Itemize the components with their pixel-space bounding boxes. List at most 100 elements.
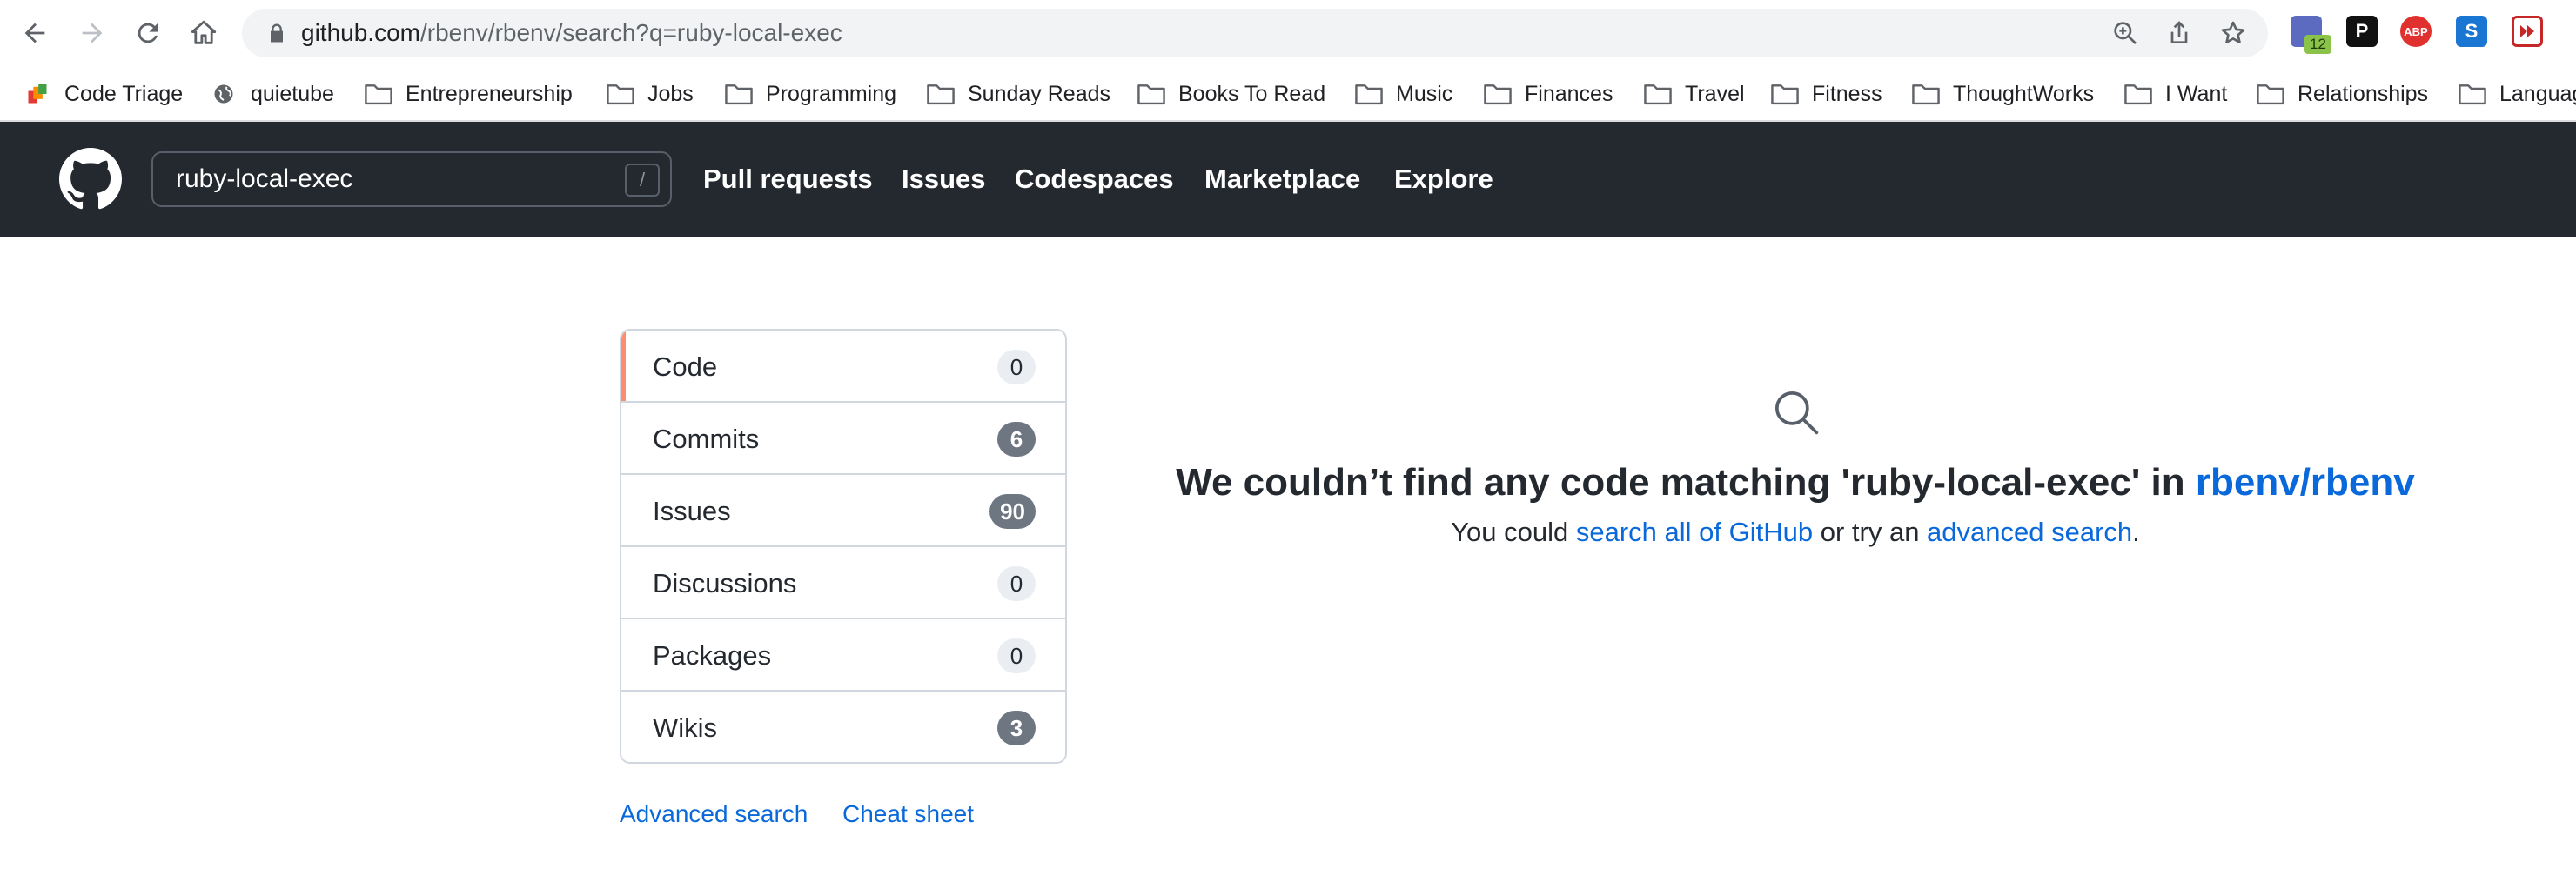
adblock-extension-icon[interactable]: ABP: [2400, 16, 2432, 47]
folder-icon: [1912, 84, 1940, 105]
filter-label: Discussions: [653, 568, 797, 598]
suggestion-text-middle: or try an: [1813, 517, 1928, 547]
no-results-heading-text: We couldn’t find any code matching 'ruby…: [1176, 461, 2196, 504]
bookmark-label: Languag: [2499, 81, 2576, 106]
advanced-search-inline-link[interactable]: advanced search: [1927, 517, 2132, 547]
bookmark-folder-languages[interactable]: Languag: [2458, 66, 2576, 120]
nav-codespaces[interactable]: Codespaces: [1015, 151, 1174, 207]
filter-code[interactable]: Code 0: [621, 331, 1065, 403]
nav-issues[interactable]: Issues: [902, 151, 986, 207]
bookmark-folder-fitness[interactable]: Fitness: [1770, 66, 1882, 120]
home-icon: [191, 20, 217, 44]
bookmark-folder-books-to-read[interactable]: Books To Read: [1137, 66, 1326, 120]
url-host: github.com: [301, 19, 420, 46]
browser-window: github.com/rbenv/rbenv/search?q=ruby-loc…: [0, 0, 2576, 889]
filter-wikis[interactable]: Wikis 3: [621, 692, 1065, 762]
filter-issues[interactable]: Issues 90: [621, 475, 1065, 547]
p-extension-icon[interactable]: P: [2346, 16, 2378, 47]
folder-icon: [1137, 84, 1165, 105]
search-all-github-link[interactable]: search all of GitHub: [1576, 517, 1813, 547]
reload-button[interactable]: [127, 12, 169, 54]
bookmark-label: Relationships: [2298, 81, 2429, 106]
filter-commits[interactable]: Commits 6: [621, 403, 1065, 475]
bookmark-label: ThoughtWorks: [1953, 81, 2095, 106]
folder-icon: [2257, 84, 2284, 105]
slash-shortcut-hint: /: [625, 164, 660, 197]
bookmark-folder-sunday-reads[interactable]: Sunday Reads: [926, 66, 1111, 120]
bookmark-label: Entrepreneurship: [406, 81, 573, 106]
bookmarks-bar: Code Triage quietube Entrepreneurship Jo…: [0, 66, 2576, 122]
no-results-heading: We couldn’t find any code matching 'ruby…: [1067, 461, 2524, 505]
folder-icon: [607, 84, 634, 105]
fast-forward-icon: [2520, 25, 2534, 37]
folder-icon: [1484, 84, 1512, 105]
folder-icon: [2124, 84, 2152, 105]
folder-icon: [1355, 84, 1383, 105]
filter-label: Wikis: [653, 712, 718, 743]
filter-label: Commits: [653, 424, 760, 454]
folder-icon: [1771, 84, 1799, 105]
bookmark-folder-thoughtworks[interactable]: ThoughtWorks: [1911, 66, 2095, 120]
filter-label: Code: [653, 351, 718, 382]
forward-button[interactable]: [71, 12, 113, 54]
filter-count: 0: [997, 566, 1036, 601]
suggestion-text-prefix: You could: [1451, 517, 1576, 547]
bookmark-folder-programming[interactable]: Programming: [724, 66, 897, 120]
bookmark-folder-relationships[interactable]: Relationships: [2256, 66, 2429, 120]
nav-explore[interactable]: Explore: [1394, 151, 1493, 207]
bookmark-label: I Want: [2165, 81, 2228, 106]
filter-count: 0: [997, 350, 1036, 384]
zoom-icon[interactable]: [2111, 19, 2139, 47]
bookmark-label: Programming: [766, 81, 897, 106]
s-extension-icon[interactable]: S: [2456, 16, 2487, 47]
browser-toolbar: github.com/rbenv/rbenv/search?q=ruby-loc…: [0, 0, 2576, 66]
bookmark-folder-finances[interactable]: Finances: [1483, 66, 1613, 120]
bookmark-folder-jobs[interactable]: Jobs: [606, 66, 694, 120]
bookmark-label: Travel: [1685, 81, 1745, 106]
bookmark-folder-travel[interactable]: Travel: [1643, 66, 1745, 120]
url-text: github.com/rbenv/rbenv/search?q=ruby-loc…: [301, 9, 842, 57]
folder-icon: [1644, 84, 1672, 105]
home-button[interactable]: [183, 12, 225, 54]
bookmark-quietube[interactable]: quietube: [209, 66, 334, 120]
bookmark-star-icon[interactable]: [2219, 19, 2247, 47]
github-search-value: ruby-local-exec: [176, 164, 353, 193]
bookmark-label: Music: [1396, 81, 1453, 106]
back-button[interactable]: [14, 12, 56, 54]
code-triage-icon: [28, 84, 47, 104]
extension-badge: 12: [2304, 35, 2331, 54]
bookmark-code-triage[interactable]: Code Triage: [23, 66, 183, 120]
lock-icon: [271, 23, 283, 43]
filter-label: Issues: [653, 496, 731, 526]
filter-count: 3: [997, 711, 1036, 745]
folder-icon: [927, 84, 955, 105]
back-arrow-icon: [24, 23, 45, 43]
nav-pull-requests[interactable]: Pull requests: [703, 151, 873, 207]
github-logo-icon[interactable]: [59, 148, 122, 211]
bookmark-folder-i-want[interactable]: I Want: [2123, 66, 2228, 120]
filter-packages[interactable]: Packages 0: [621, 619, 1065, 692]
globe-icon: [214, 84, 233, 104]
reload-icon: [138, 23, 158, 43]
media-extension-icon[interactable]: [2512, 16, 2543, 47]
forward-arrow-icon: [82, 23, 103, 43]
bookmark-label: Jobs: [647, 81, 694, 106]
filter-count: 90: [989, 494, 1036, 529]
github-search-input[interactable]: ruby-local-exec /: [151, 151, 672, 207]
bookmark-folder-entrepreneurship[interactable]: Entrepreneurship: [364, 66, 573, 120]
bookmark-label: Books To Read: [1178, 81, 1326, 106]
filter-count: 0: [997, 638, 1036, 673]
cheat-sheet-link[interactable]: Cheat sheet: [842, 800, 974, 828]
folder-icon: [725, 84, 753, 105]
bookmark-label: Sunday Reads: [968, 81, 1111, 106]
bookmark-label: Fitness: [1812, 81, 1882, 106]
filter-discussions[interactable]: Discussions 0: [621, 547, 1065, 619]
advanced-search-link[interactable]: Advanced search: [620, 800, 808, 828]
repo-link[interactable]: rbenv/rbenv: [2196, 461, 2415, 504]
bookmark-folder-music[interactable]: Music: [1354, 66, 1453, 120]
share-icon[interactable]: [2165, 19, 2193, 47]
bookmark-label: Finances: [1525, 81, 1613, 106]
address-bar[interactable]: github.com/rbenv/rbenv/search?q=ruby-loc…: [242, 9, 2268, 57]
nav-marketplace[interactable]: Marketplace: [1204, 151, 1360, 207]
suggestion-text-suffix: .: [2132, 517, 2140, 547]
